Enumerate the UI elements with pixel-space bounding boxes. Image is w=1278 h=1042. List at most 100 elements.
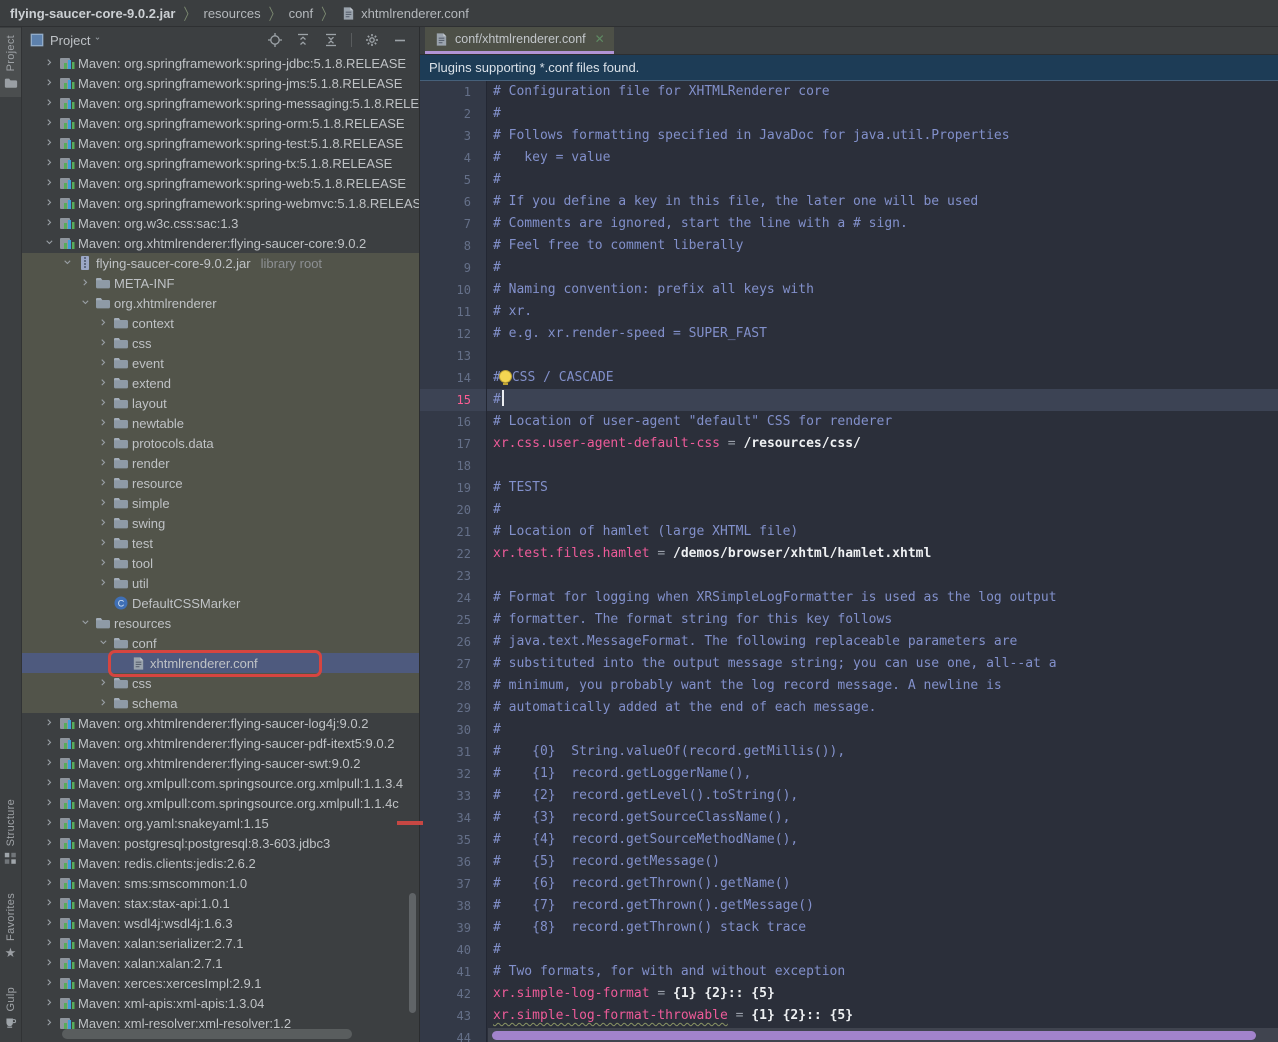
tree-row[interactable]: Maven: org.xhtmlrenderer:flying-saucer-l… [22,713,419,733]
tree-row-selected[interactable]: xhtmlrenderer.conf [22,653,419,673]
chevron-right-icon[interactable] [42,918,59,929]
editor-line[interactable]: 25# formatter. The format string for thi… [420,609,1278,631]
editor-line[interactable]: 33# {2} record.getLevel().toString(), [420,785,1278,807]
editor-line[interactable]: 22xr.test.files.hamlet = /demos/browser/… [420,543,1278,565]
expand-all-button[interactable] [292,30,314,50]
chevron-right-icon[interactable] [42,98,59,109]
stripe-button-structure[interactable]: Structure [0,792,21,871]
editor-line[interactable]: 38# {7} record.getThrown().getMessage() [420,895,1278,917]
chevron-right-icon[interactable] [42,958,59,969]
tree-row[interactable]: org.xhtmlrenderer [22,293,419,313]
tree-row[interactable]: swing [22,513,419,533]
tree-row[interactable]: Maven: org.springframework:spring-tx:5.1… [22,153,419,173]
tree-row[interactable]: META-INF [22,273,419,293]
editor-line[interactable]: 13 [420,345,1278,367]
chevron-right-icon[interactable] [42,718,59,729]
editor-line[interactable]: 17xr.css.user-agent-default-css = /resou… [420,433,1278,455]
tree-row[interactable]: conf [22,633,419,653]
chevron-down-icon[interactable] [96,638,113,649]
chevron-right-icon[interactable] [96,338,113,349]
editor-line[interactable]: 35# {4} record.getSourceMethodName(), [420,829,1278,851]
stripe-button-favorites[interactable]: Favorites ★ [0,886,21,966]
tree-row[interactable]: Maven: org.springframework:spring-test:5… [22,133,419,153]
tree-row[interactable]: schema [22,693,419,713]
editor-line[interactable]: 30# [420,719,1278,741]
editor-line[interactable]: 34# {3} record.getSourceClassName(), [420,807,1278,829]
scrollbar-thumb[interactable] [492,1031,1256,1040]
editor-line[interactable]: 8# Feel free to comment liberally [420,235,1278,257]
chevron-right-icon[interactable] [42,78,59,89]
editor-line[interactable]: 18 [420,455,1278,477]
gear-icon[interactable] [361,30,383,50]
tree-row[interactable]: Maven: org.w3c.css:sac:1.3 [22,213,419,233]
tree-row[interactable]: Maven: postgresql:postgresql:8.3-603.jdb… [22,833,419,853]
tree-horizontal-scrollbar[interactable] [62,1029,352,1039]
chevron-right-icon[interactable] [96,358,113,369]
tree-row[interactable]: Maven: org.yaml:snakeyaml:1.15 [22,813,419,833]
chevron-right-icon[interactable] [78,278,95,289]
chevron-right-icon[interactable] [42,938,59,949]
tree-row[interactable]: Maven: org.xmlpull:com.springsource.org.… [22,773,419,793]
project-panel-title[interactable]: Project [50,33,90,48]
tree-row[interactable]: tool [22,553,419,573]
chevron-right-icon[interactable] [42,778,59,789]
editor-line[interactable]: 23 [420,565,1278,587]
chevron-down-icon[interactable] [60,258,77,269]
stripe-button-gulp[interactable]: Gulp [0,980,21,1036]
editor-line[interactable]: 40# [420,939,1278,961]
tree-row[interactable]: Maven: org.xhtmlrenderer:flying-saucer-c… [22,233,419,253]
chevron-right-icon[interactable] [42,58,59,69]
editor-line[interactable]: 31# {0} String.valueOf(record.getMillis(… [420,741,1278,763]
tree-row[interactable]: extend [22,373,419,393]
chevron-right-icon[interactable] [42,218,59,229]
chevron-right-icon[interactable] [42,878,59,889]
tree-row[interactable]: Maven: redis.clients:jedis:2.6.2 [22,853,419,873]
chevron-down-icon[interactable] [42,238,59,249]
editor-line[interactable]: 16# Location of user-agent "default" CSS… [420,411,1278,433]
chevron-right-icon[interactable] [42,738,59,749]
chevron-right-icon[interactable] [42,798,59,809]
chevron-down-icon[interactable] [95,36,104,45]
tree-row[interactable]: flying-saucer-core-9.0.2.jarlibrary root [22,253,419,273]
editor-line[interactable]: 4# key = value [420,147,1278,169]
editor-line[interactable]: 15# [420,389,1278,411]
tree-row[interactable]: render [22,453,419,473]
editor-line[interactable]: 12# e.g. xr.render-speed = SUPER_FAST [420,323,1278,345]
chevron-right-icon[interactable] [96,498,113,509]
editor-line[interactable]: 32# {1} record.getLoggerName(), [420,763,1278,785]
chevron-right-icon[interactable] [42,198,59,209]
editor-line[interactable]: 14#CSS / CASCADE [420,367,1278,389]
tree-row[interactable]: Maven: wsdl4j:wsdl4j:1.6.3 [22,913,419,933]
chevron-right-icon[interactable] [42,118,59,129]
chevron-right-icon[interactable] [42,838,59,849]
editor-line[interactable]: 11# xr. [420,301,1278,323]
editor-line[interactable]: 21# Location of hamlet (large XHTML file… [420,521,1278,543]
tree-row[interactable]: Maven: xalan:serializer:2.7.1 [22,933,419,953]
stripe-button-project[interactable]: Project [0,28,21,97]
tree-row[interactable]: Maven: org.springframework:spring-webmvc… [22,193,419,213]
tree-row[interactable]: Maven: org.springframework:spring-messag… [22,93,419,113]
editor-line[interactable]: 39# {8} record.getThrown() stack trace [420,917,1278,939]
editor-line[interactable]: 26# java.text.MessageFormat. The followi… [420,631,1278,653]
editor-line[interactable]: 1# Configuration file for XHTMLRenderer … [420,81,1278,103]
chevron-right-icon[interactable] [96,438,113,449]
editor-line[interactable]: 9# [420,257,1278,279]
chevron-right-icon[interactable] [96,418,113,429]
tree-row[interactable]: CDefaultCSSMarker [22,593,419,613]
tree-row[interactable]: test [22,533,419,553]
breadcrumb-conf[interactable]: conf [289,6,314,21]
locate-button[interactable] [264,30,286,50]
tree-row[interactable]: newtable [22,413,419,433]
close-tab-icon[interactable]: ✕ [595,32,605,46]
editor-line[interactable]: 6# If you define a key in this file, the… [420,191,1278,213]
tree-row[interactable]: Maven: org.springframework:spring-jdbc:5… [22,53,419,73]
editor-line[interactable]: 29# automatically added at the end of ea… [420,697,1278,719]
tree-row[interactable]: css [22,333,419,353]
hide-panel-button[interactable] [389,30,411,50]
chevron-right-icon[interactable] [96,678,113,689]
chevron-right-icon[interactable] [96,458,113,469]
editor-line[interactable]: 28# minimum, you probably want the log r… [420,675,1278,697]
tree-row[interactable]: Maven: org.xhtmlrenderer:flying-saucer-s… [22,753,419,773]
tree-row[interactable]: Maven: xerces:xercesImpl:2.9.1 [22,973,419,993]
editor-horizontal-scrollbar[interactable] [488,1028,1278,1042]
